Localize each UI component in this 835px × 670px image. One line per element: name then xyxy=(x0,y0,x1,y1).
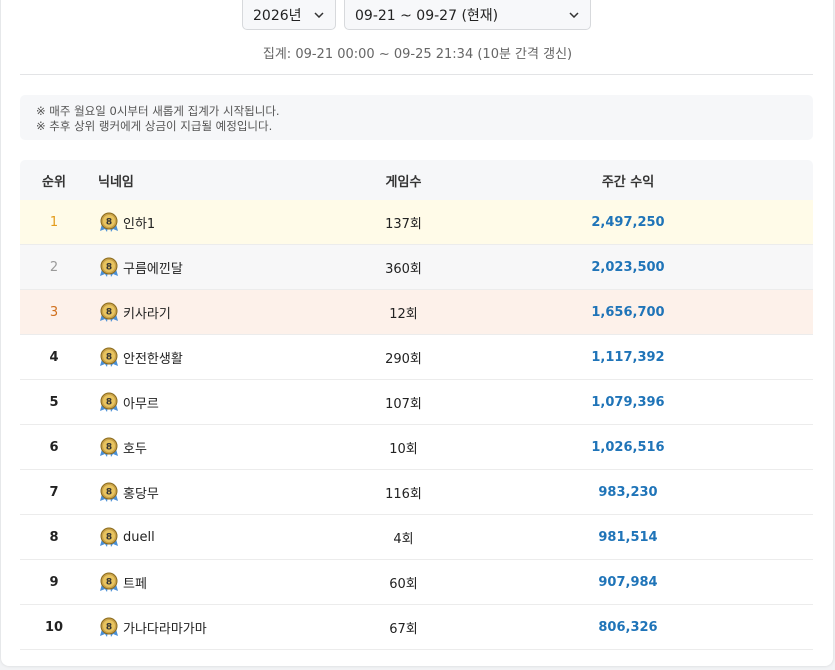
rank-cell: 5 xyxy=(49,394,59,410)
table-row: 5 8 아무르 107회 1,079,396 xyxy=(20,380,813,425)
table-body: 1 8 인하1 137회 2,497,250 2 8 구름에낀달 360회 2,023,500 3 8… xyxy=(20,200,813,650)
rank-medal-icon: 8 xyxy=(98,481,120,503)
games-cell: 137회 xyxy=(385,216,422,232)
svg-text:8: 8 xyxy=(106,533,112,543)
table-header: 순위 닉네임 게임수 주간 수익 xyxy=(20,160,813,200)
nickname-cell[interactable]: 8 duell xyxy=(88,526,329,548)
earnings-cell: 806,326 xyxy=(598,619,658,635)
table-row: 6 8 호두 10회 1,026,516 xyxy=(20,425,813,470)
aggregation-period: 집계: 09-21 00:00 ~ 09-25 21:34 (10분 간격 갱신… xyxy=(262,47,573,62)
rank-medal-icon: 8 xyxy=(98,526,120,548)
svg-text:8: 8 xyxy=(106,398,112,408)
nickname-text: 호두 xyxy=(123,441,147,457)
rank-cell: 6 xyxy=(49,439,59,455)
games-cell: 67회 xyxy=(389,621,418,637)
nickname-cell[interactable]: 8 아무르 xyxy=(88,391,329,413)
earnings-cell: 907,984 xyxy=(598,574,658,590)
nickname-cell[interactable]: 8 안전한생활 xyxy=(88,346,329,368)
rank-cell: 7 xyxy=(49,484,59,500)
nickname-cell[interactable]: 8 홍당무 xyxy=(88,481,329,503)
rank-cell: 8 xyxy=(49,529,59,545)
rank-cell: 9 xyxy=(49,574,59,590)
nickname-cell[interactable]: 8 구름에낀달 xyxy=(88,256,329,278)
table-row: 2 8 구름에낀달 360회 2,023,500 xyxy=(20,245,813,290)
nickname-cell[interactable]: 8 가나다라마가마 xyxy=(88,616,329,638)
games-cell: 360회 xyxy=(385,261,422,277)
table-row: 3 8 키사라기 12회 1,656,700 xyxy=(20,290,813,335)
games-cell: 10회 xyxy=(389,441,418,457)
svg-text:8: 8 xyxy=(106,263,112,273)
nickname-text: 인하1 xyxy=(123,216,156,232)
nickname-text: 홍당무 xyxy=(123,486,159,502)
earnings-cell: 1,079,396 xyxy=(591,394,665,410)
nickname-text: 안전한생활 xyxy=(123,351,183,367)
games-cell: 60회 xyxy=(389,576,418,592)
earnings-cell: 1,117,392 xyxy=(591,349,665,365)
games-cell: 290회 xyxy=(385,351,422,367)
ranking-table: 순위 닉네임 게임수 주간 수익 1 8 인하1 137회 2,497,250 2 8 구름에… xyxy=(20,160,813,650)
svg-text:8: 8 xyxy=(106,443,112,453)
nickname-text: 구름에낀달 xyxy=(123,261,183,277)
table-row: 10 8 가나다라마가마 67회 806,326 xyxy=(20,605,813,650)
rank-medal-icon: 8 xyxy=(98,571,120,593)
chevron-down-icon xyxy=(568,9,580,21)
earnings-cell: 983,230 xyxy=(598,484,658,500)
header-rank: 순위 xyxy=(42,174,66,190)
table-row: 7 8 홍당무 116회 983,230 xyxy=(20,470,813,515)
table-row: 9 8 트페 60회 907,984 xyxy=(20,560,813,605)
nickname-text: 가나다라마가마 xyxy=(123,621,207,637)
nickname-text: 트페 xyxy=(123,576,147,592)
rank-cell: 2 xyxy=(49,259,59,275)
rank-medal-icon: 8 xyxy=(98,436,120,458)
week-select-value: 09-21 ~ 09-27 (현재) xyxy=(355,7,499,24)
nickname-cell[interactable]: 8 트페 xyxy=(88,571,329,593)
games-cell: 116회 xyxy=(385,486,422,502)
divider xyxy=(20,74,813,75)
nickname-cell[interactable]: 8 키사라기 xyxy=(88,301,329,323)
rank-medal-icon: 8 xyxy=(98,616,120,638)
svg-text:8: 8 xyxy=(106,353,112,363)
nickname-cell[interactable]: 8 인하1 xyxy=(88,211,329,233)
header-nickname: 닉네임 xyxy=(98,174,134,190)
svg-text:8: 8 xyxy=(106,623,112,633)
rank-cell: 1 xyxy=(49,214,59,230)
notice-line: ※ 매주 월요일 0시부터 새롭게 집계가 시작됩니다. xyxy=(36,104,280,118)
svg-text:8: 8 xyxy=(106,218,112,228)
week-select[interactable]: 09-21 ~ 09-27 (현재) xyxy=(344,0,591,30)
nickname-text: duell xyxy=(123,529,155,545)
year-select[interactable]: 2026년 xyxy=(242,0,336,30)
nickname-cell[interactable]: 8 호두 xyxy=(88,436,329,458)
table-row: 1 8 인하1 137회 2,497,250 xyxy=(20,200,813,245)
games-cell: 107회 xyxy=(385,396,422,412)
svg-text:8: 8 xyxy=(106,308,112,318)
rank-medal-icon: 8 xyxy=(98,346,120,368)
earnings-cell: 2,497,250 xyxy=(591,214,665,230)
earnings-cell: 1,026,516 xyxy=(591,439,665,455)
filter-bar: 2026년 09-21 ~ 09-27 (현재) xyxy=(242,0,591,30)
rank-medal-icon: 8 xyxy=(98,211,120,233)
chevron-down-icon xyxy=(313,9,325,21)
earnings-cell: 1,656,700 xyxy=(591,304,665,320)
table-row: 8 8 duell 4회 981,514 xyxy=(20,515,813,560)
games-cell: 12회 xyxy=(389,306,418,322)
rank-cell: 3 xyxy=(49,304,59,320)
rank-cell: 4 xyxy=(49,349,59,365)
rank-medal-icon: 8 xyxy=(98,301,120,323)
nickname-text: 키사라기 xyxy=(123,306,171,322)
header-games: 게임수 xyxy=(385,174,422,190)
notice-line: ※ 추후 상위 랭커에게 상금이 지급될 예정입니다. xyxy=(36,119,273,133)
svg-text:8: 8 xyxy=(106,578,112,588)
rank-medal-icon: 8 xyxy=(98,391,120,413)
notice-box: ※ 매주 월요일 0시부터 새롭게 집계가 시작됩니다. ※ 추후 상위 랭커에… xyxy=(20,95,813,140)
table-row: 4 8 안전한생활 290회 1,117,392 xyxy=(20,335,813,380)
year-select-value: 2026년 xyxy=(253,7,302,24)
header-earnings: 주간 수익 xyxy=(601,174,655,190)
earnings-cell: 981,514 xyxy=(598,529,658,545)
svg-text:8: 8 xyxy=(106,488,112,498)
games-cell: 4회 xyxy=(393,531,414,547)
earnings-cell: 2,023,500 xyxy=(591,259,665,275)
rank-medal-icon: 8 xyxy=(98,256,120,278)
rank-cell: 10 xyxy=(44,619,64,635)
nickname-text: 아무르 xyxy=(123,396,159,412)
